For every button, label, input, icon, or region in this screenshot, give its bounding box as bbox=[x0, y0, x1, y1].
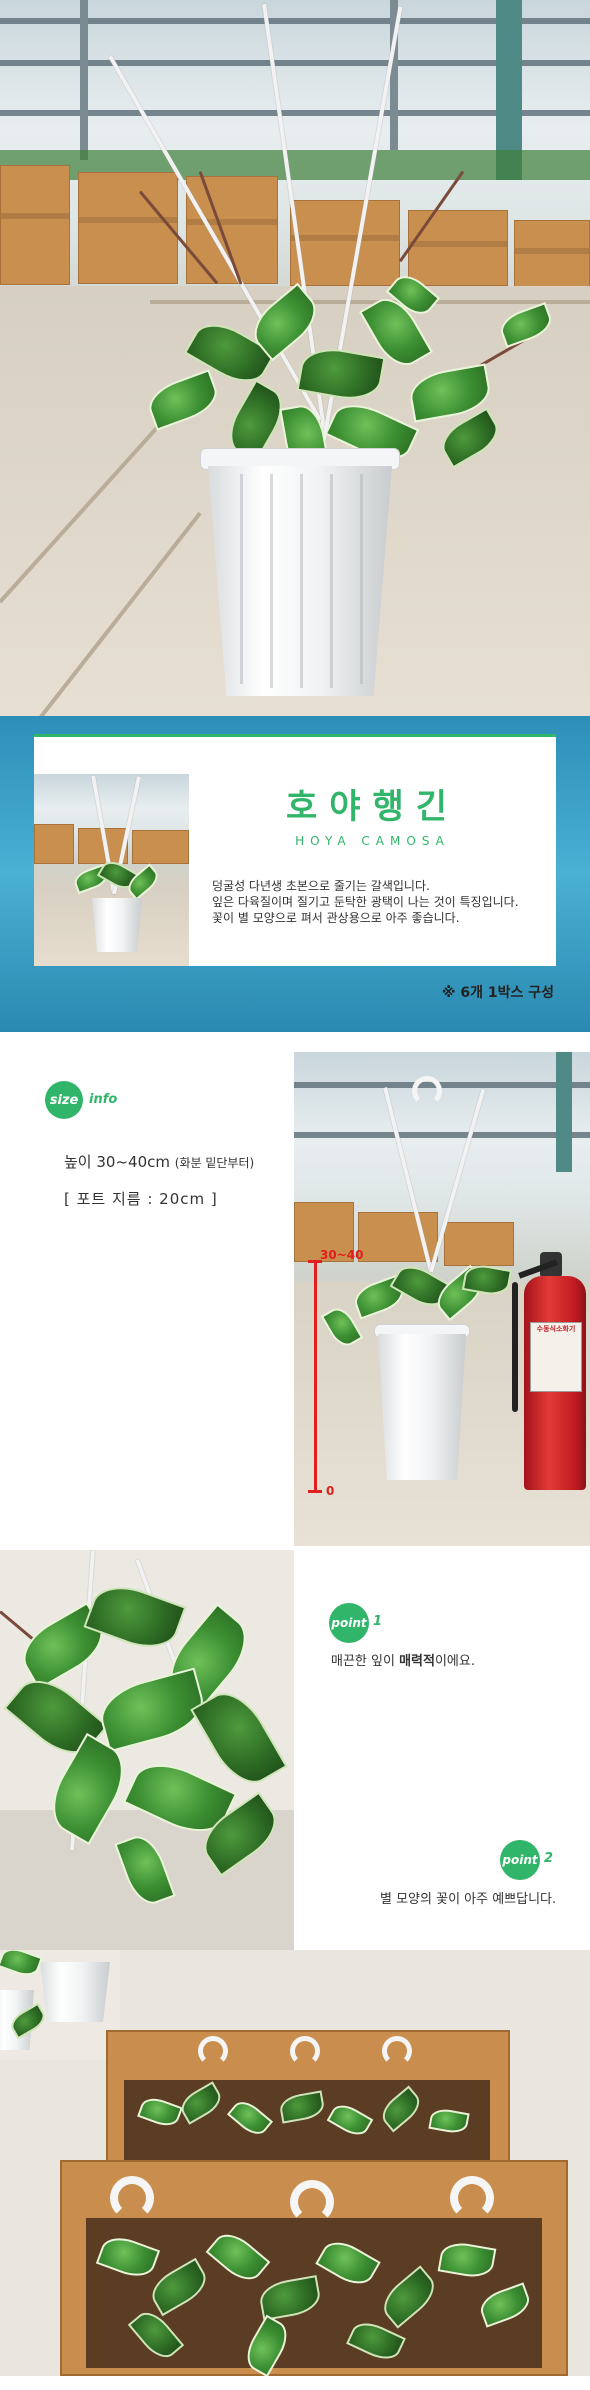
scale-bottom-label: 0 bbox=[326, 1484, 335, 1498]
extinguisher-label: 수동식소화기 bbox=[536, 1325, 576, 1333]
scale-bottom-tick bbox=[308, 1490, 322, 1493]
point-2-text: 별 모양의 꽃이 아주 예쁘답니다. bbox=[380, 1892, 557, 1907]
description-line: 잎은 다육질이며 질기고 둔탁한 광택이 나는 것이 특징입니다. bbox=[212, 895, 519, 909]
description-line: 덩굴성 다년생 초본으로 줄기는 갈색입니다. bbox=[212, 879, 430, 893]
title-accent-bar bbox=[34, 734, 556, 737]
fire-extinguisher: 수동식소화기 bbox=[512, 1252, 586, 1490]
product-subtitle: HOYA CAMOSA bbox=[295, 834, 450, 848]
pot-diameter-spec: [ 포트 지름 : 20cm ] bbox=[64, 1190, 218, 1208]
size-info-section: size info 높이 30~40cm (화분 밑단부터) [ 포트 지름 :… bbox=[0, 1032, 590, 1550]
point-1-badge: point bbox=[329, 1603, 369, 1643]
feature-points-section: point 1 매끈한 잎이 매력적이에요. point 2 별 모양의 꽃이 … bbox=[0, 1550, 590, 1950]
description-line: 꽃이 별 모양으로 펴서 관상용으로 아주 좋습니다. bbox=[212, 911, 460, 925]
height-spec: 높이 30~40cm (화분 밑단부터) bbox=[64, 1151, 254, 1172]
product-title: 호야행긴 bbox=[285, 787, 460, 827]
product-thumbnail bbox=[34, 774, 189, 966]
box-quantity-note: ※ 6개 1박스 구성 bbox=[441, 985, 554, 1001]
size-badge-suffix: info bbox=[89, 1092, 118, 1107]
size-badge: size bbox=[45, 1081, 83, 1119]
height-note: (화분 밑단부터) bbox=[174, 1156, 255, 1170]
point-2-badge: point bbox=[500, 1840, 540, 1880]
hero-photo bbox=[0, 0, 590, 716]
leaf-closeup-photo bbox=[0, 1550, 294, 1950]
scale-top-label: 30~40 bbox=[320, 1248, 364, 1262]
point-1-text-before: 매끈한 잎이 bbox=[331, 1654, 400, 1669]
point-1-number: 1 bbox=[373, 1614, 383, 1629]
title-banner: 호야행긴 HOYA CAMOSA 덩굴성 다년생 초본으로 줄기는 갈색입니다.… bbox=[0, 716, 590, 1032]
point-1-text-after: 이에요. bbox=[434, 1654, 475, 1669]
size-reference-photo: 30~40 0 수동식소화기 bbox=[294, 1052, 590, 1546]
height-scale-line bbox=[314, 1260, 317, 1492]
product-description: 덩굴성 다년생 초본으로 줄기는 갈색입니다. 잎은 다육질이며 질기고 둔탁한… bbox=[212, 878, 519, 926]
boxed-plants-photo bbox=[0, 1950, 590, 2376]
title-card: 호야행긴 HOYA CAMOSA 덩굴성 다년생 초본으로 줄기는 갈색입니다.… bbox=[34, 734, 556, 966]
point-1-text: 매끈한 잎이 매력적이에요. bbox=[331, 1650, 475, 1669]
point-2-number: 2 bbox=[544, 1851, 554, 1866]
height-value: 높이 30~40cm bbox=[64, 1153, 170, 1171]
point-1-text-bold: 매력적 bbox=[399, 1654, 435, 1669]
